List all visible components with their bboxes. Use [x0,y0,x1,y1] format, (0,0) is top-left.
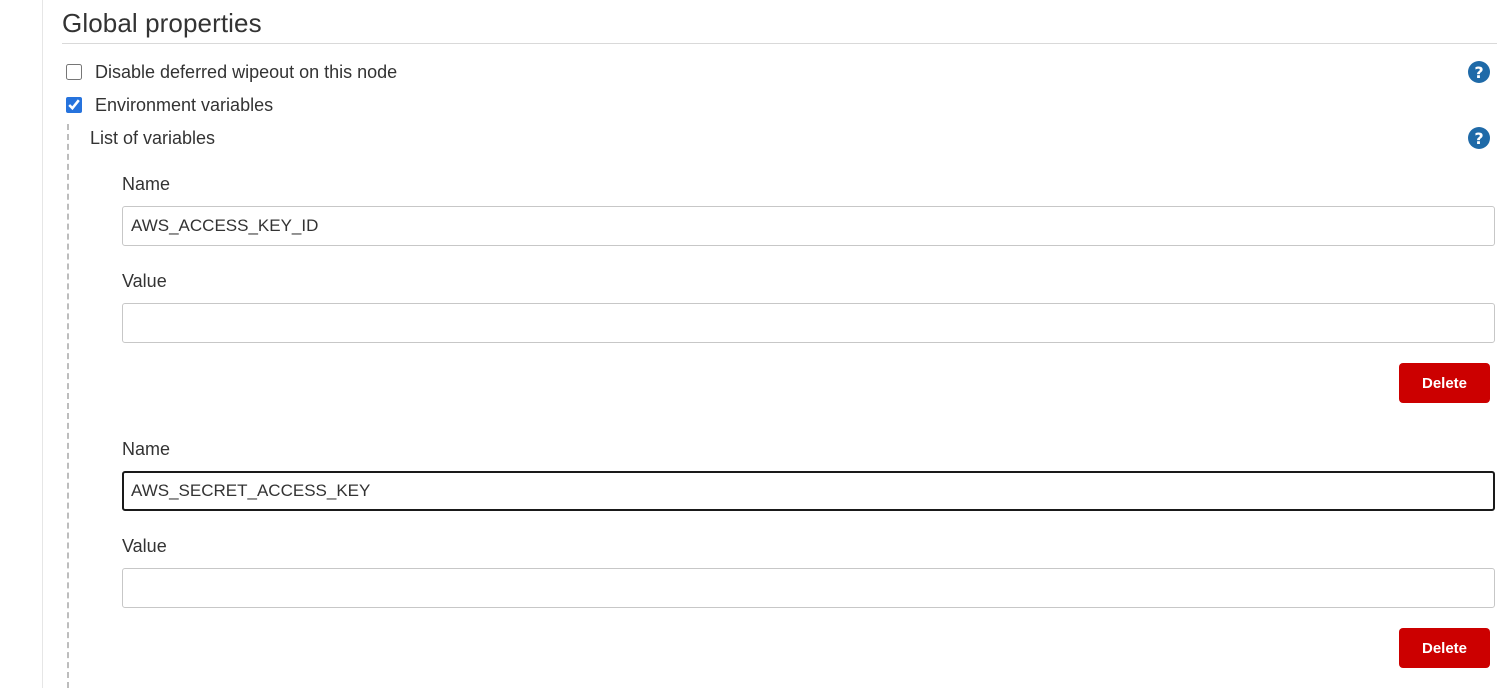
section-title: Global properties [62,8,262,38]
left-divider [42,0,43,688]
variable-name-label: Name [122,174,171,194]
variable-value-input[interactable] [122,303,1495,343]
variable-name-input[interactable] [122,206,1495,246]
variable-value-input[interactable] [122,568,1495,608]
question-circle-icon[interactable]: ? [1468,61,1490,83]
section-divider [62,43,1497,44]
option-environment-variables[interactable]: Environment variables [66,94,273,116]
question-circle-icon[interactable]: ? [1468,127,1490,149]
variable-name-input[interactable] [122,471,1495,511]
variable-value-label: Value [122,536,167,556]
list-of-variables-label: List of variables [90,128,216,148]
environment-variables-label: Environment variables [95,94,274,115]
disable-deferred-wipeout-label: Disable deferred wipeout on this node [95,61,398,82]
page: Global properties Disable deferred wipeo… [0,0,1502,688]
delete-variable-button[interactable]: Delete [1399,363,1490,403]
disable-deferred-wipeout-checkbox[interactable] [66,64,82,80]
variable-value-label: Value [122,271,167,291]
variable-name-label: Name [122,439,171,459]
delete-variable-button[interactable]: Delete [1399,628,1490,668]
option-disable-deferred-wipeout[interactable]: Disable deferred wipeout on this node [66,61,397,83]
environment-variables-checkbox[interactable] [66,97,82,113]
nested-section-indent [67,124,69,688]
